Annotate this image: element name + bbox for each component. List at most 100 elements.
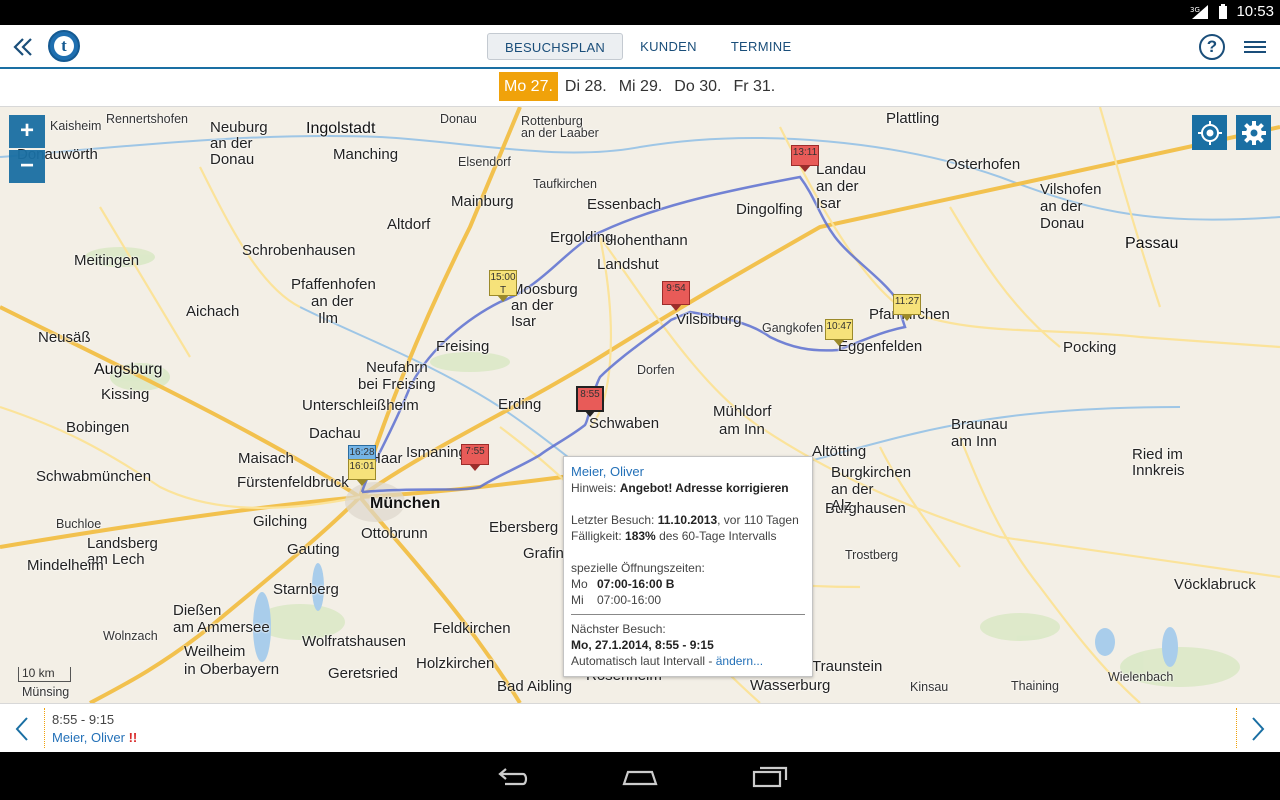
visit-marker[interactable]: 16:28 xyxy=(348,445,376,466)
date-fr-31[interactable]: Fr 31. xyxy=(728,72,780,101)
place-label: Münsing xyxy=(22,685,70,699)
place-label: Schwaben xyxy=(589,415,660,432)
date-selector: Mo 27. Di 28. Mi 29. Do 30. Fr 31. xyxy=(0,69,1280,107)
date-di-28[interactable]: Di 28. xyxy=(560,72,612,101)
place-label: Schrobenhausen xyxy=(242,242,356,259)
place-label: Passau xyxy=(1125,235,1179,252)
visit-marker[interactable]: 9:54 xyxy=(662,281,690,311)
visit-marker[interactable]: 11:27 xyxy=(893,294,921,321)
date-mi-29[interactable]: Mi 29. xyxy=(614,72,668,101)
place-label: am Ammersee xyxy=(173,619,270,636)
place-label: Eggenfelden xyxy=(838,338,923,355)
place-label: Moosburg xyxy=(511,281,578,298)
place-label: Ingolstadt xyxy=(306,120,376,137)
visit-marker-selected[interactable]: 8:55 xyxy=(576,386,604,417)
app-bar: t BESUCHSPLAN KUNDEN TERMINE ? xyxy=(0,25,1280,69)
place-label: Dießen xyxy=(173,602,222,619)
popup-customer-name[interactable]: Meier, Oliver xyxy=(571,464,805,480)
place-label: an der xyxy=(816,178,859,195)
zoom-out-button[interactable]: − xyxy=(9,150,45,183)
place-label: Wielenbach xyxy=(1108,670,1174,684)
place-label: bei Freising xyxy=(358,376,436,393)
place-label: Ebersberg xyxy=(489,519,559,536)
place-label: Landshut xyxy=(597,256,659,273)
place-label: Geretsried xyxy=(328,665,399,682)
place-label: Plattling xyxy=(886,110,940,127)
place-label: Neufahrn xyxy=(366,359,428,376)
place-label: Essenbach xyxy=(587,196,662,213)
place-label: Bobingen xyxy=(66,419,130,436)
previous-chevron-icon[interactable] xyxy=(14,716,30,742)
place-label: Fürstenfeldbruck xyxy=(237,474,349,491)
place-label: an der xyxy=(1040,198,1083,215)
back-icon[interactable] xyxy=(10,35,34,59)
zoom-in-button[interactable]: + xyxy=(9,115,45,148)
locate-icon[interactable] xyxy=(1192,115,1227,150)
place-label: Donau xyxy=(440,112,477,126)
system-status-bar: 3G 10:53 xyxy=(0,0,1280,25)
route-map[interactable]: Kaisheim Rennertshofen Neuburg an der Do… xyxy=(0,107,1280,703)
place-label: Meitingen xyxy=(74,252,140,269)
place-label: Kaisheim xyxy=(50,119,102,133)
recents-nav-icon[interactable] xyxy=(752,764,788,793)
place-label: Elsendorf xyxy=(458,155,511,169)
appointment-customer[interactable]: Meier, Oliver !! xyxy=(52,730,137,745)
place-label: Ergolding xyxy=(550,229,614,246)
place-label: Dachau xyxy=(309,425,361,442)
place-label: Wolfratshausen xyxy=(302,633,406,650)
signal-icon: 3G xyxy=(1190,4,1210,20)
place-label: Weilheim xyxy=(184,643,246,660)
place-label: Ried im xyxy=(1132,446,1183,463)
place-label: Traunstein xyxy=(812,658,883,675)
tab-besuchsplan[interactable]: BESUCHSPLAN xyxy=(487,33,624,60)
place-label: Vilsbiburg xyxy=(676,311,742,328)
place-label: Starnberg xyxy=(273,581,339,598)
back-nav-icon[interactable] xyxy=(495,764,529,793)
tab-termine[interactable]: TERMINE xyxy=(714,33,809,60)
popup-last-visit: Letzter Besuch: 11.10.2013, vor 110 Tage… xyxy=(571,513,799,527)
place-label: München xyxy=(370,495,441,512)
popup-auto: Automatisch laut Intervall - ändern... xyxy=(571,654,764,668)
tab-kunden[interactable]: KUNDEN xyxy=(623,33,714,60)
place-label: Taufkirchen xyxy=(533,177,597,191)
place-label: am Inn xyxy=(719,421,765,438)
popup-hours-row: Mo 07:00-16:00 B xyxy=(571,577,675,591)
place-label: Freising xyxy=(436,338,490,355)
place-label: Wolnzach xyxy=(103,629,158,643)
visit-marker[interactable]: 15:00 T xyxy=(489,270,517,302)
place-label: Aichach xyxy=(186,303,240,320)
app-logo-icon: t xyxy=(48,30,80,62)
place-label: Donau xyxy=(1040,215,1085,232)
popup-next-value: Mo, 27.1.2014, 8:55 - 9:15 xyxy=(571,638,714,652)
visit-marker[interactable]: 13:11 xyxy=(791,145,819,172)
place-label: Bad Aibling xyxy=(497,678,573,695)
settings-gear-icon[interactable] xyxy=(1236,115,1271,150)
place-label: Rennertshofen xyxy=(106,112,189,126)
place-label: Ismaning xyxy=(406,444,467,461)
place-label: Erding xyxy=(498,396,542,413)
help-icon[interactable]: ? xyxy=(1199,34,1225,60)
date-mo-27[interactable]: Mo 27. xyxy=(499,72,558,101)
visit-marker[interactable]: 16:01 xyxy=(348,459,376,486)
visit-marker[interactable]: 7:55 xyxy=(461,444,489,471)
place-label: Kissing xyxy=(101,386,150,403)
place-label: Landau xyxy=(816,161,867,178)
place-label: Altötting xyxy=(812,443,867,460)
next-chevron-icon[interactable] xyxy=(1250,716,1266,742)
place-label: Maisach xyxy=(238,450,294,467)
visit-marker[interactable]: 10:47 xyxy=(825,319,853,346)
clock: 10:53 xyxy=(1236,3,1274,20)
date-do-30[interactable]: Do 30. xyxy=(669,72,726,101)
place-label: Vöcklabruck xyxy=(1174,576,1256,593)
home-nav-icon[interactable] xyxy=(620,764,660,793)
popup-due: Fälligkeit: 183% des 60-Tage Intervalls xyxy=(571,529,777,543)
place-label: Isar xyxy=(511,313,537,330)
place-label: Gauting xyxy=(287,541,340,558)
battery-icon xyxy=(1218,3,1228,20)
place-label: an der xyxy=(210,135,253,152)
place-label: Dorfen xyxy=(637,363,675,377)
appointment-time: 8:55 - 9:15 xyxy=(52,712,115,727)
change-link[interactable]: ändern... xyxy=(716,654,763,668)
menu-icon[interactable] xyxy=(1244,41,1266,54)
place-label: Ottobrunn xyxy=(361,525,428,542)
